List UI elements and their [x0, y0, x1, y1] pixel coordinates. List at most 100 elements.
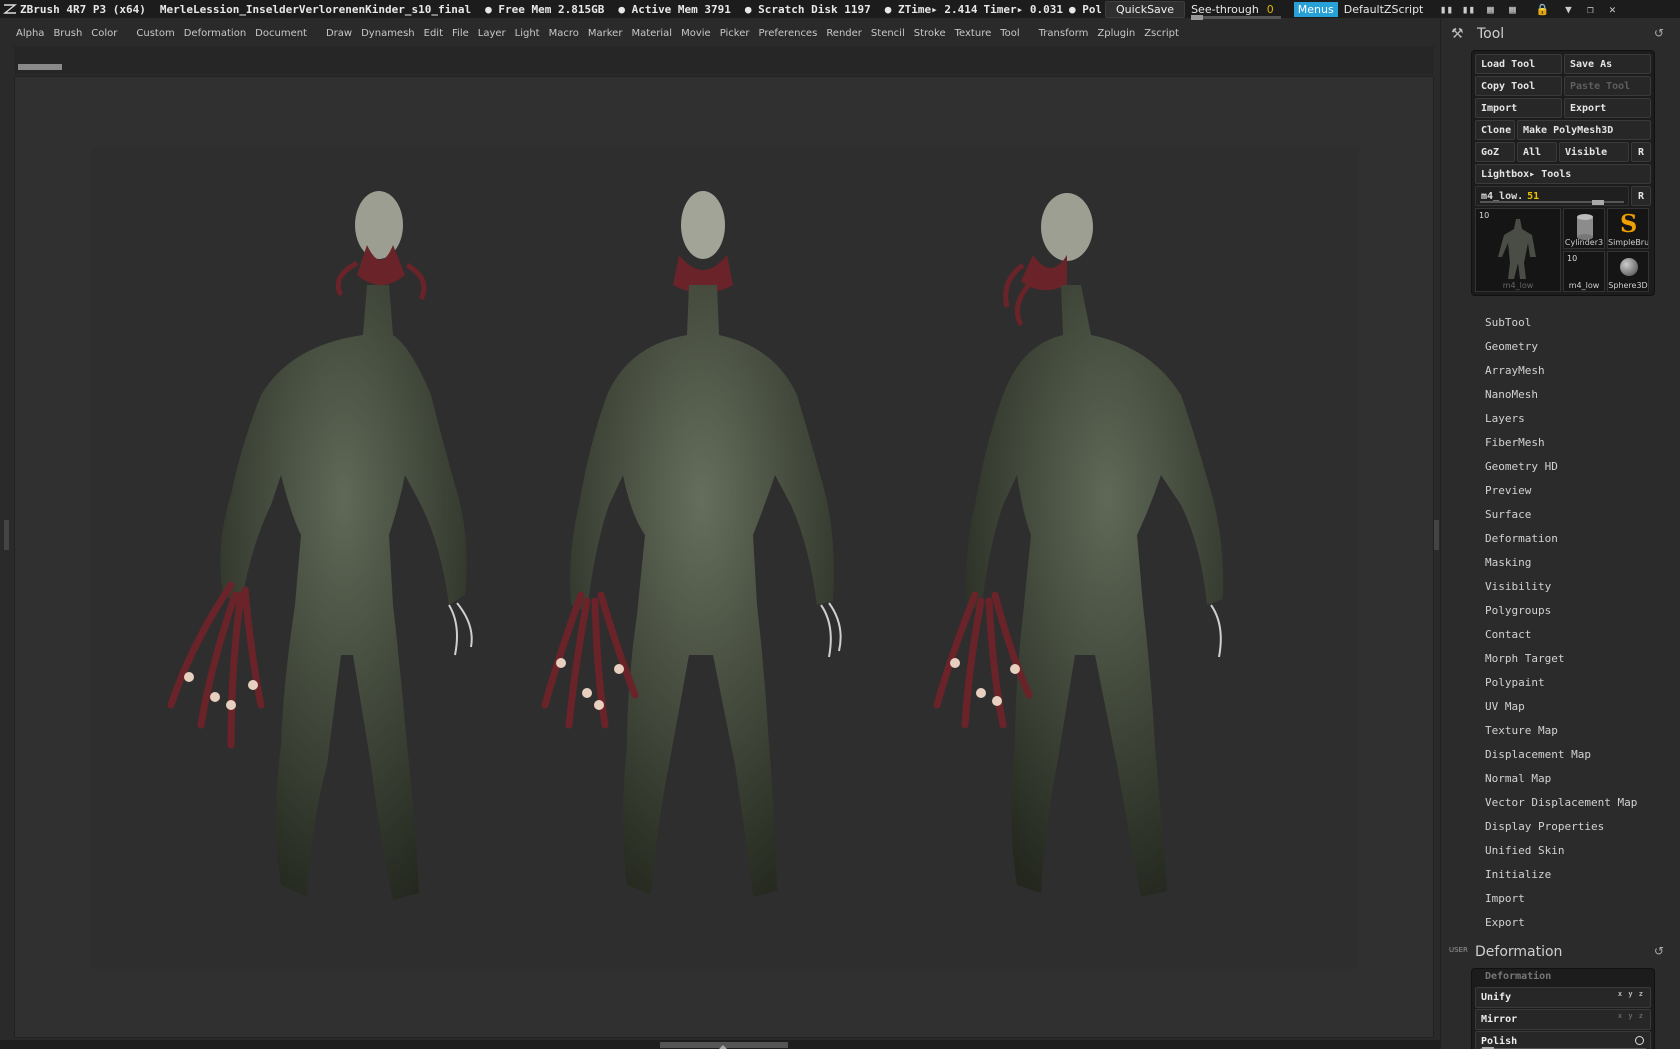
menu-stencil[interactable]: Stencil	[871, 28, 905, 39]
menu-color[interactable]: Color	[91, 28, 117, 39]
export-button[interactable]: Export	[1564, 98, 1651, 118]
subpalette-displacement-map[interactable]: Displacement Map	[1485, 742, 1680, 766]
subpalette-texture-map[interactable]: Texture Map	[1485, 718, 1680, 742]
see-through-slider[interactable]: See-through 0	[1191, 3, 1282, 20]
menu-stroke[interactable]: Stroke	[914, 28, 946, 39]
subpalette-fibermesh[interactable]: FiberMesh	[1485, 430, 1680, 454]
menu-draw[interactable]: Draw	[326, 28, 352, 39]
tool-thumb-m4-low-large[interactable]: 10 m4_low	[1475, 208, 1561, 292]
menu-layer[interactable]: Layer	[478, 28, 506, 39]
subpalette-visibility[interactable]: Visibility	[1485, 574, 1680, 598]
menu-zscript[interactable]: Zscript	[1144, 28, 1179, 39]
subpalette-layers[interactable]: Layers	[1485, 406, 1680, 430]
subpalette-arraymesh[interactable]: ArrayMesh	[1485, 358, 1680, 382]
menu-macro[interactable]: Macro	[549, 28, 579, 39]
see-through-knob[interactable]	[1191, 14, 1204, 20]
goz-button[interactable]: GoZ	[1475, 142, 1515, 162]
lightbox-tools-button[interactable]: Lightbox▸ Tools	[1475, 164, 1651, 184]
subpalette-uv-map[interactable]: UV Map	[1485, 694, 1680, 718]
make-polymesh3d-button[interactable]: Make PolyMesh3D	[1517, 120, 1651, 140]
layout-alt-icon[interactable]: ▮▮	[1457, 3, 1479, 16]
mirror-button[interactable]: Mirror x y z	[1475, 1009, 1651, 1030]
goz-visible-button[interactable]: Visible	[1559, 142, 1629, 162]
menu-preferences[interactable]: Preferences	[758, 28, 817, 39]
current-tool-slider[interactable]: m4_low. 51	[1475, 186, 1629, 206]
close-icon[interactable]: ✕	[1601, 3, 1623, 16]
subpalette-unified-skin[interactable]: Unified Skin	[1485, 838, 1680, 862]
shelf-handle[interactable]	[18, 64, 62, 70]
menu-transform[interactable]: Transform	[1039, 28, 1089, 39]
menu-texture[interactable]: Texture	[955, 28, 992, 39]
tool-thumb-cylinder3d[interactable]: Cylinder3	[1563, 208, 1605, 249]
subpalette-subtool[interactable]: SubTool	[1485, 310, 1680, 334]
subpalette-deformation[interactable]: Deformation	[1485, 526, 1680, 550]
subpalette-normal-map[interactable]: Normal Map	[1485, 766, 1680, 790]
subpalette-initialize[interactable]: Initialize	[1485, 862, 1680, 886]
document-area[interactable]	[91, 147, 1359, 969]
subpalette-masking[interactable]: Masking	[1485, 550, 1680, 574]
menu-light[interactable]: Light	[515, 28, 540, 39]
tool-thumb-sphere3d[interactable]: Sphere3D	[1607, 251, 1649, 292]
mirror-axis-toggle[interactable]: x y z	[1618, 1012, 1644, 1020]
menu-tool[interactable]: Tool	[1000, 28, 1019, 39]
subpalette-surface[interactable]: Surface	[1485, 502, 1680, 526]
save-as-button[interactable]: Save As	[1564, 54, 1651, 74]
paste-tool-button[interactable]: Paste Tool	[1564, 76, 1651, 96]
subpalette-display-properties[interactable]: Display Properties	[1485, 814, 1680, 838]
left-tray-handle[interactable]	[4, 520, 9, 550]
clone-button[interactable]: Clone	[1475, 120, 1515, 140]
bottom-tray-handle[interactable]	[660, 1042, 788, 1049]
menu-material[interactable]: Material	[631, 28, 672, 39]
goz-all-button[interactable]: All	[1517, 142, 1557, 162]
subpalette-polygroups[interactable]: Polygroups	[1485, 598, 1680, 622]
quicksave-button[interactable]: QuickSave	[1104, 0, 1186, 18]
subpalette-contact[interactable]: Contact	[1485, 622, 1680, 646]
ui-layout-icon[interactable]: ▦	[1479, 3, 1501, 16]
subpalette-import[interactable]: Import	[1485, 886, 1680, 910]
right-tray-handle[interactable]	[1434, 520, 1439, 550]
deformation-palette-header[interactable]: USER Deformation ↺	[1441, 936, 1680, 968]
subpalette-geometry-hd[interactable]: Geometry HD	[1485, 454, 1680, 478]
subpalette-preview[interactable]: Preview	[1485, 478, 1680, 502]
menu-file[interactable]: File	[452, 28, 469, 39]
menu-movie[interactable]: Movie	[681, 28, 711, 39]
subpalette-geometry[interactable]: Geometry	[1485, 334, 1680, 358]
tool-slider-knob[interactable]	[1592, 200, 1604, 205]
menu-dynamesh[interactable]: Dynamesh	[361, 28, 415, 39]
menu-brush[interactable]: Brush	[53, 28, 82, 39]
tool-palette-header[interactable]: ⚒ Tool ↺	[1441, 18, 1680, 50]
ui-layout-2-icon[interactable]: ▦	[1501, 3, 1523, 16]
menu-alpha[interactable]: Alpha	[16, 28, 44, 39]
goz-r-button[interactable]: R	[1631, 142, 1651, 162]
minimize-icon[interactable]: ▼	[1557, 3, 1579, 16]
subpalette-polypaint[interactable]: Polypaint	[1485, 670, 1680, 694]
canvas[interactable]	[14, 76, 1434, 1038]
menu-zplugin[interactable]: Zplugin	[1097, 28, 1135, 39]
menu-document[interactable]: Document	[255, 28, 307, 39]
menu-edit[interactable]: Edit	[424, 28, 443, 39]
tool-thumb-simplebrush[interactable]: S SimpleBru	[1607, 208, 1649, 249]
unify-button[interactable]: Unify x y z	[1475, 987, 1651, 1008]
subpalette-morph-target[interactable]: Morph Target	[1485, 646, 1680, 670]
default-zscript-button[interactable]: DefaultZScript	[1344, 3, 1424, 16]
menu-custom[interactable]: Custom	[136, 28, 174, 39]
menus-toggle-button[interactable]: Menus	[1293, 1, 1338, 17]
copy-tool-button[interactable]: Copy Tool	[1475, 76, 1562, 96]
unify-axis-toggle[interactable]: x y z	[1618, 990, 1644, 998]
layout-icon[interactable]: ▮▮	[1435, 3, 1457, 16]
import-button[interactable]: Import	[1475, 98, 1562, 118]
menu-render[interactable]: Render	[826, 28, 862, 39]
menu-marker[interactable]: Marker	[588, 28, 623, 39]
subpalette-nanomesh[interactable]: NanoMesh	[1485, 382, 1680, 406]
polish-slider[interactable]: Polish	[1475, 1031, 1651, 1049]
subpalette-export[interactable]: Export	[1485, 910, 1680, 934]
menu-picker[interactable]: Picker	[720, 28, 750, 39]
load-tool-button[interactable]: Load Tool	[1475, 54, 1562, 74]
deformation-reset-icon[interactable]: ↺	[1654, 944, 1664, 958]
tool-r-button[interactable]: R	[1631, 186, 1651, 206]
reset-icon[interactable]: ↺	[1654, 26, 1664, 40]
lock-icon[interactable]: 🔒	[1531, 3, 1553, 16]
polish-circle-icon[interactable]	[1635, 1036, 1644, 1045]
tool-thumb-m4-low-small[interactable]: 10 m4_low	[1563, 251, 1605, 292]
menu-deformation[interactable]: Deformation	[184, 28, 246, 39]
